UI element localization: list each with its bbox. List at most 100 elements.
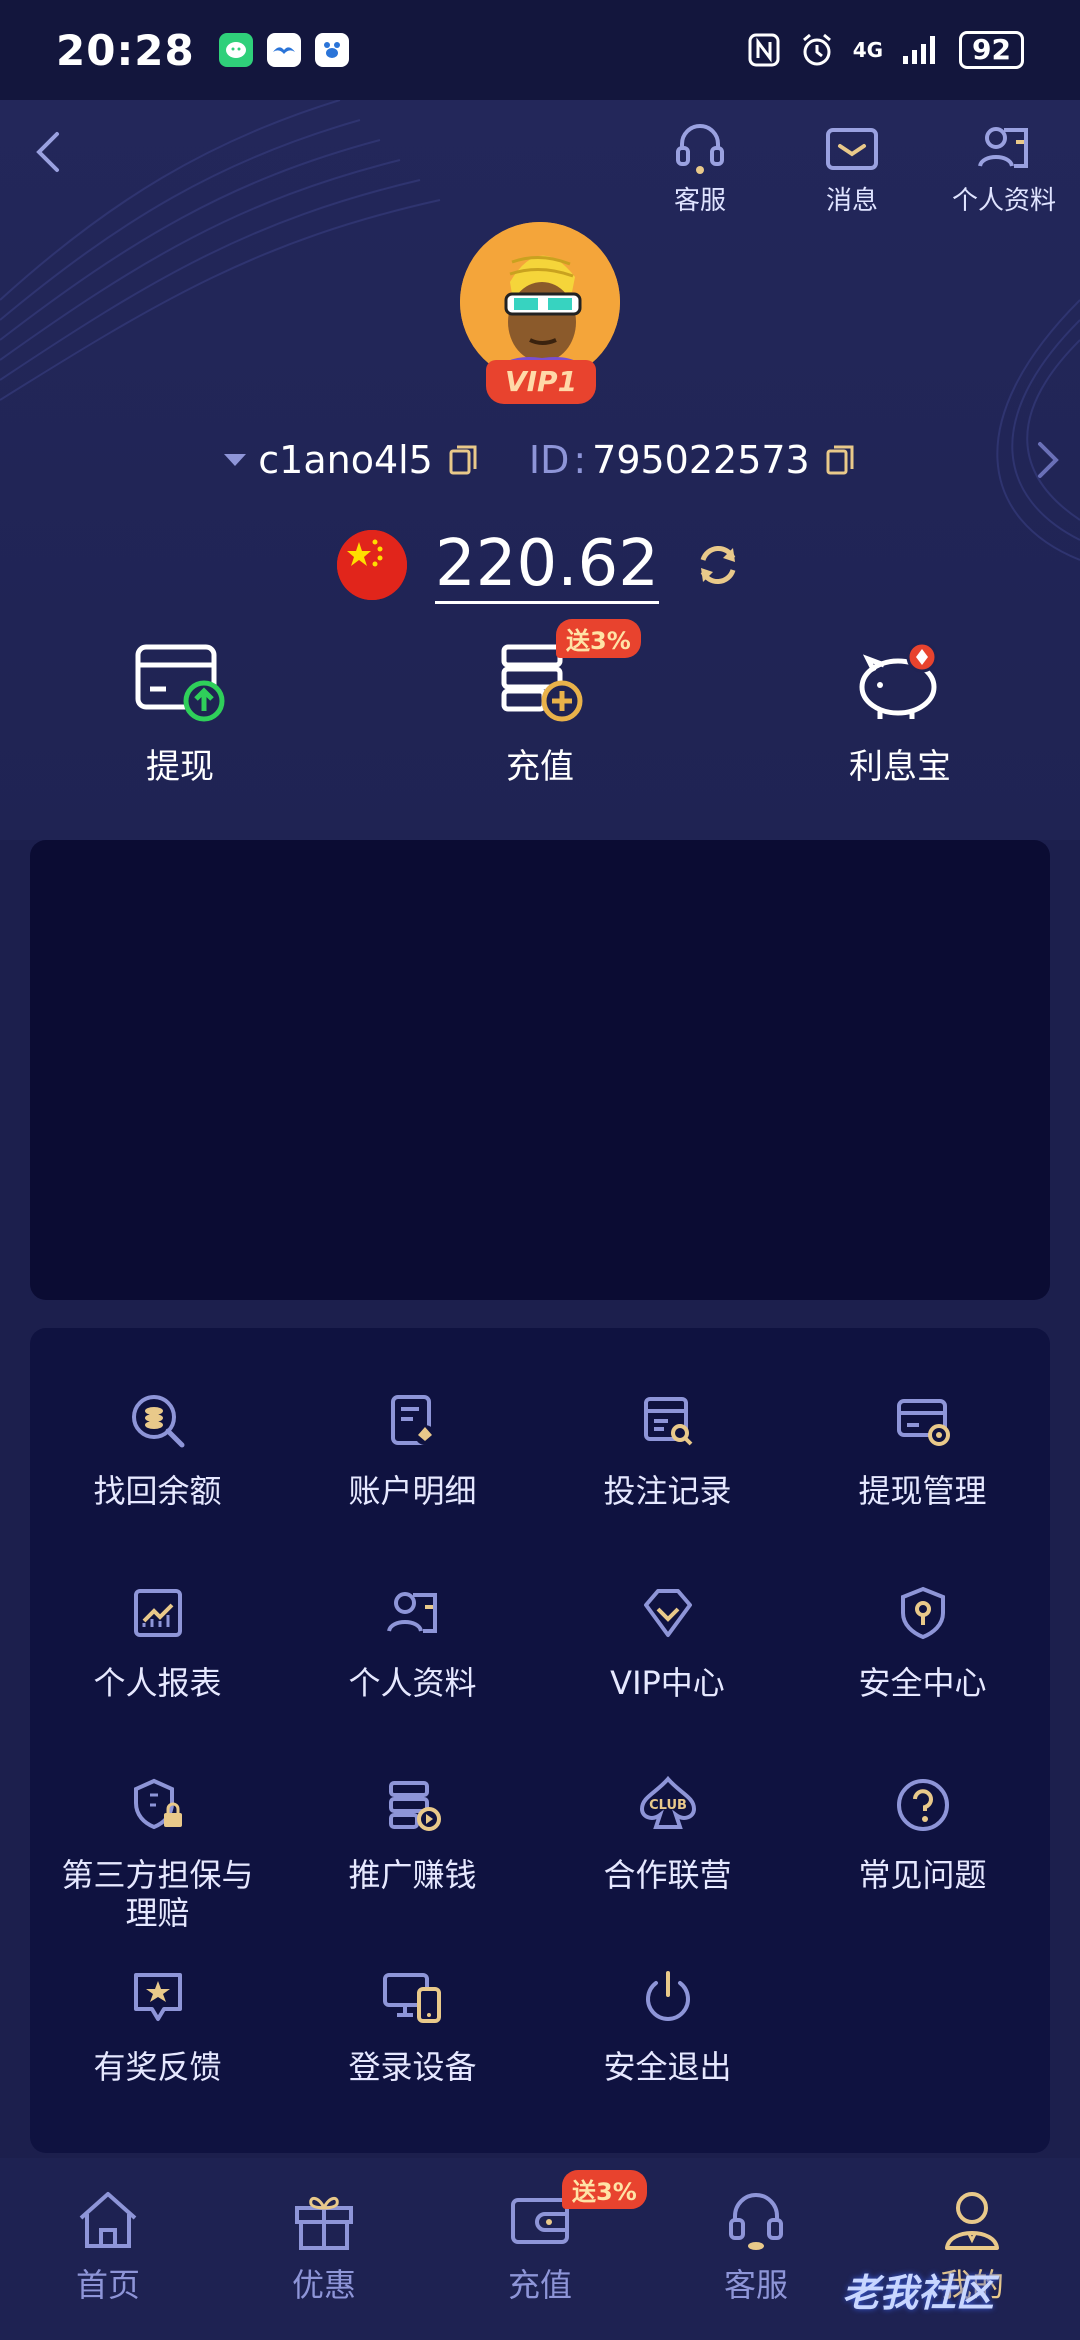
refresh-icon[interactable] [693,540,743,590]
tab-customer-service[interactable]: 客服 [648,2188,864,2306]
menu-label: 有奖反馈 [93,2048,222,2086]
menu-label: 个人报表 [93,1664,222,1702]
dropdown-triangle-icon[interactable] [224,454,247,466]
menu-item-logout[interactable]: 安全退出 [540,1962,795,2086]
customer-service-button[interactable]: 客服 [646,120,754,217]
watermark-logo: 老我社区 [842,2271,995,2315]
menu-panel: 找回余额 账户明细 投注记录 提现管理 个人报表 个人资料 VIP中心 安全中心… [30,1328,1050,2153]
menu-label: 合作联营 [603,1856,732,1894]
profile-label: 个人资料 [951,186,1056,216]
signal-icon [903,36,936,64]
menu-item-withdraw-management[interactable]: 提现管理 [795,1386,1050,1510]
coin-search-icon [131,1395,184,1448]
status-app-icons [218,33,349,67]
withdraw-button[interactable]: 提现 [70,635,290,788]
mail-icon [826,128,878,170]
tab-label: 优惠 [291,2266,356,2304]
customer-service-label: 客服 [673,186,726,216]
chevron-left-icon [36,132,59,172]
menu-label-multiline: 第三方担保与 理赔 [61,1856,253,1932]
menu-item-feedback-reward[interactable]: 有奖反馈 [30,1962,285,2086]
diamond-icon [643,1589,692,1637]
tab-label: 首页 [75,2266,140,2304]
svg-text:CLUB: CLUB [649,1798,687,1813]
menu-label: 登录设备 [348,2048,477,2086]
menu-label: 安全退出 [603,2048,732,2086]
copy-id-icon[interactable] [824,443,856,477]
profile-card-icon [386,1592,437,1633]
power-icon [645,1971,690,2021]
wechat-app-icon [218,33,253,67]
chart-report-icon [133,1589,182,1637]
profile-card-icon [978,127,1028,168]
tab-label: 客服 [723,2266,788,2304]
card-settings-icon [896,1399,950,1446]
menu-item-third-party-guarantee[interactable]: 第三方担保与 理赔 [30,1770,285,1932]
headset-icon [676,124,724,174]
record-search-icon [643,1397,692,1446]
user-info-row: c1ano4l5 ID : 795022573 [0,430,1080,490]
tab-deposit[interactable]: 充值 送3% [432,2170,648,2306]
banner-area[interactable] [30,840,1050,1300]
tab-deposit-promo-badge: 送3% [562,2170,647,2209]
menu-item-recover-balance[interactable]: 找回余额 [30,1386,285,1510]
menu-item-vip-center[interactable]: VIP中心 [540,1578,795,1702]
network-type: 4G [852,38,884,62]
menu-item-personal-report[interactable]: 个人报表 [30,1578,285,1702]
china-flag-icon [337,530,408,600]
copy-username-icon[interactable] [447,443,479,477]
menu-label: 安全中心 [858,1664,987,1702]
username: c1ano4l5 [258,438,433,482]
menu-label: 投注记录 [603,1472,732,1510]
paw-app-icon [314,33,349,67]
menu-item-profile[interactable]: 个人资料 [285,1578,540,1702]
menu-item-partnership[interactable]: CLUB 合作联营 [540,1770,795,1894]
menu-item-account-details[interactable]: 账户明细 [285,1386,540,1510]
alarm-icon [802,33,831,66]
star-feedback-icon [133,1973,182,2021]
messages-label: 消息 [825,186,878,216]
bird-app-icon [266,33,301,67]
menu-label: 找回余额 [93,1472,222,1510]
tab-home[interactable]: 首页 [0,2188,216,2306]
vip-badge: VIP1 [486,360,596,404]
menu-item-bet-records[interactable]: 投注记录 [540,1386,795,1510]
quick-actions: 提现 充值 送3% 利息宝 [0,619,1080,825]
messages-button[interactable]: 消息 [798,120,906,217]
interest-treasure-button[interactable]: 利息宝 [790,635,1010,788]
tab-promotions[interactable]: 优惠 [216,2188,432,2306]
deposit-label: 充值 [506,747,574,787]
deposit-promo-badge: 送3% [556,619,641,658]
piggy-bank-icon [859,641,938,719]
profile-button[interactable]: 个人资料 [950,120,1058,217]
menu-label: 提现管理 [858,1472,987,1510]
status-time: 20:28 [56,25,195,75]
id-label: ID [528,438,570,482]
list-play-icon [388,1781,441,1831]
balance-row: 220.62 [0,520,1080,610]
menu-item-security-center[interactable]: 安全中心 [795,1578,1050,1702]
shield-lock-icon [133,1778,182,1830]
menu-item-promotion-earn[interactable]: 推广赚钱 [285,1770,540,1894]
status-indicators: 4G 92 [747,31,1024,69]
profile-header: 客服 消息 个人资料 VIP1 c1ano4l5 ID: 795022573 … [0,100,1080,840]
battery-indicator: 92 [959,31,1024,69]
avatar [460,222,620,382]
chevron-right-icon[interactable] [1036,440,1060,480]
person-icon [945,2192,999,2250]
menu-label-line2: 理赔 [125,1894,190,1932]
menu-label: 账户明细 [348,1472,477,1510]
menu-label: 常见问题 [858,1856,987,1894]
back-button[interactable] [18,122,78,182]
home-icon [79,2192,137,2248]
deposit-button[interactable]: 充值 送3% [430,619,650,788]
headset-icon [729,2193,783,2250]
avatar-container[interactable]: VIP1 [460,222,620,404]
club-spade-icon: CLUB [639,1775,696,1829]
document-spade-icon [390,1395,435,1445]
menu-item-login-devices[interactable]: 登录设备 [285,1962,540,2086]
withdraw-card-icon [135,644,225,722]
menu-label: 个人资料 [348,1664,477,1702]
shield-key-icon [900,1586,945,1640]
menu-item-faq[interactable]: 常见问题 [795,1770,1050,1894]
